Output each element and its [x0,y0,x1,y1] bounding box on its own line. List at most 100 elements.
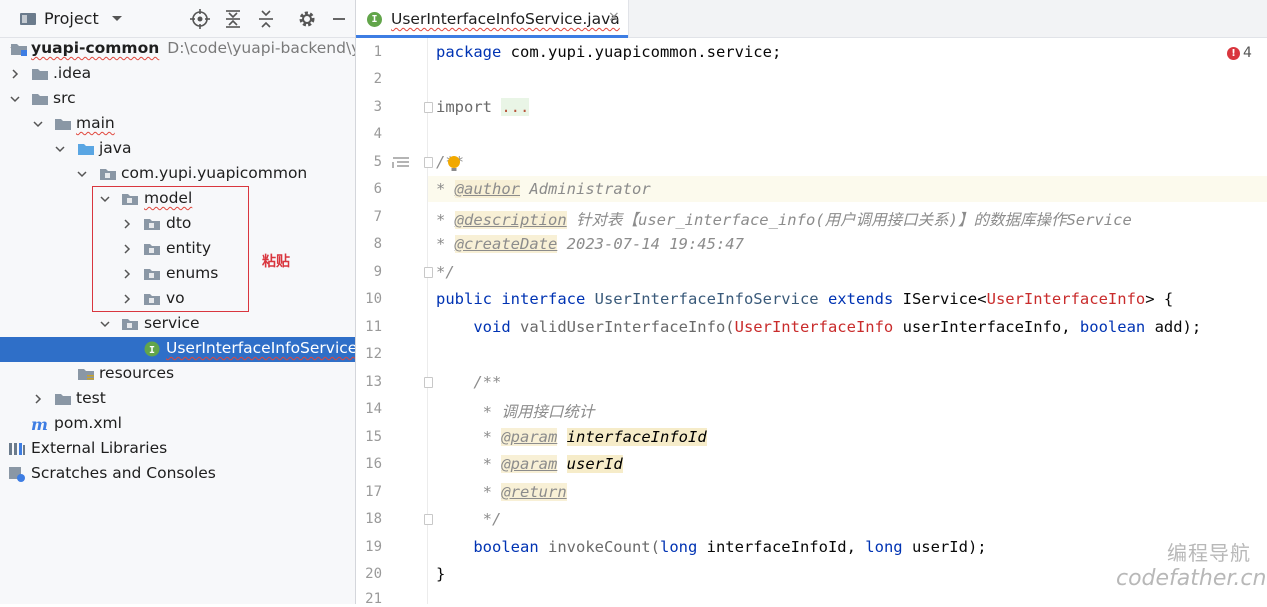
code-token: boolean [1079,318,1146,336]
line-number: 21 [365,591,382,607]
code-token: */ [436,510,502,528]
chevron-right-icon[interactable] [31,392,45,406]
tree-item-external-libraries[interactable]: External Libraries [0,437,355,462]
code-line: * 调用接口统计 [436,400,595,422]
tree-item-label: UserInterfaceInfoService [166,339,356,357]
code-token: import [436,98,492,116]
tree-item-scratches[interactable]: Scratches and Consoles [0,462,355,487]
code-token: com.yupi.yuapicommon.service; [501,43,782,61]
tree-item-yuapi-common[interactable]: yuapi-common D:\code\yuapi-backend\yua [0,37,355,62]
code-token: long [659,538,698,556]
tree-item-main[interactable]: main [0,112,355,137]
tree-item-userinterfaceinfoservice[interactable]: I UserInterfaceInfoService [0,337,355,362]
tree-item-service[interactable]: service [0,312,355,337]
project-view-icon[interactable] [18,8,38,30]
code-token: * [436,211,455,229]
editor-tab[interactable]: I UserInterfaceInfoService.java × [356,0,629,38]
warnings-indicator[interactable]: ! 4 [1227,45,1252,61]
code-token: * [436,483,502,501]
tree-item-idea[interactable]: .idea [0,62,355,87]
tree-item-label: java [99,139,132,157]
line-number: 14 [365,401,382,417]
line-number: 13 [365,374,382,390]
javadoc-tag: @createDate [454,235,558,253]
tree-item-label: pom.xml [54,414,122,432]
package-folder-icon [121,316,139,332]
code-editor[interactable]: I UserInterfaceInfoService.java × 1 2 3 … [356,0,1267,607]
fold-marker-icon[interactable] [424,102,433,113]
code-line: * @createDate 2023-07-14 19:45:47 [436,235,744,253]
line-number: 20 [365,566,382,582]
code-line: package com.yupi.yuapicommon.service; [436,43,781,61]
chevron-down-icon[interactable] [98,317,112,331]
code-token: UserInterfaceInfo [734,318,894,336]
folder-icon [54,391,72,407]
chevron-down-icon[interactable] [53,142,67,156]
code-token: * 调用接口统计 [436,403,595,421]
folded-imports[interactable]: ... [501,98,530,116]
expand-all-icon[interactable] [222,8,244,30]
line-number: 3 [373,99,382,115]
chevron-down-icon[interactable] [8,92,22,106]
paste-highlight-box [92,186,249,312]
code-line: * @param userId [436,455,623,473]
editor-tab-bar: I UserInterfaceInfoService.java × [356,0,1267,38]
close-icon[interactable]: × [608,9,620,25]
code-token: validUserInterfaceInfo( [510,318,735,336]
code-line: * @description 针对表【user_interface_info(用… [436,208,1132,230]
tree-item-label: src [53,89,76,107]
locate-target-icon[interactable] [189,8,211,30]
code-line: void validUserInterfaceInfo(UserInterfac… [436,318,1201,336]
error-icon: ! [1227,47,1240,60]
lightbulb-icon[interactable] [447,155,461,177]
module-path: D:\code\yuapi-backend\yua [167,39,355,57]
code-token: userId); [902,538,987,556]
project-panel-header: Project [0,0,355,38]
gear-icon[interactable] [296,8,318,30]
fold-marker-icon[interactable] [424,267,433,278]
tree-item-package[interactable]: com.yupi.yuapicommon [0,162,355,187]
tree-item-resources[interactable]: resources [0,362,355,387]
line-number: 5 [373,154,382,170]
svg-text:I: I [149,345,155,356]
javadoc-tag: @param [501,428,558,446]
line-number: 10 [365,291,382,307]
line-number: 4 [373,126,382,142]
fold-marker-icon[interactable] [424,514,433,525]
render-doc-icon[interactable] [392,155,410,174]
chevron-down-icon[interactable] [31,117,45,131]
code-token: interfaceInfoId, [697,538,866,556]
fold-marker-icon[interactable] [424,157,433,168]
tree-item-pom[interactable]: m pom.xml [0,412,355,437]
resources-folder-icon [77,366,95,382]
tree-item-label: service [144,314,200,332]
code-line: import ... [436,98,530,116]
folder-icon [31,66,49,82]
line-number: 12 [365,346,382,362]
code-line: } [436,565,445,583]
maven-icon: m [31,415,49,434]
javadoc-tag: @param [501,455,558,473]
project-panel-title[interactable]: Project [44,9,99,28]
tree-item-label: yuapi-common [31,39,160,57]
editor-tab-label[interactable]: UserInterfaceInfoService.java [391,10,620,28]
tree-item-label: .idea [53,64,92,82]
collapse-all-icon[interactable] [255,8,277,30]
code-token: public interface [436,290,586,308]
tree-item-src[interactable]: src [0,87,355,112]
minimize-icon[interactable] [328,8,350,30]
chevron-down-icon[interactable] [108,8,126,30]
chevron-down-icon[interactable] [75,167,89,181]
tree-item-java[interactable]: java [0,137,355,162]
tree-item-test[interactable]: test [0,387,355,412]
watermark-url: codefather.cn [1116,566,1267,591]
line-number: 17 [365,484,382,500]
code-token: boolean [436,538,539,556]
chevron-right-icon[interactable] [8,67,22,81]
fold-marker-icon[interactable] [424,377,433,388]
code-token: > { [1145,290,1174,308]
code-token: IService< [893,290,987,308]
code-token: * [436,428,502,446]
